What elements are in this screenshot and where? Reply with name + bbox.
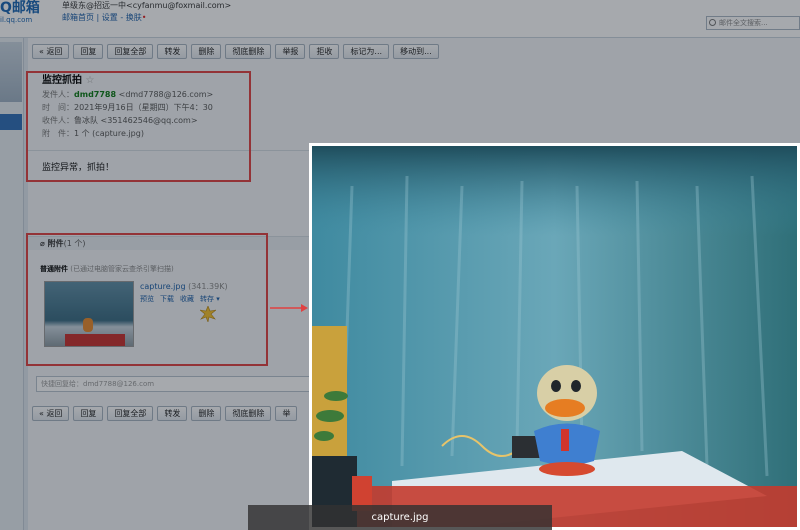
- viewer-caption: capture.jpg: [248, 505, 552, 530]
- capture-photo: [312, 146, 797, 527]
- image-preview[interactable]: [309, 143, 800, 530]
- arrow-right-icon: [270, 304, 308, 312]
